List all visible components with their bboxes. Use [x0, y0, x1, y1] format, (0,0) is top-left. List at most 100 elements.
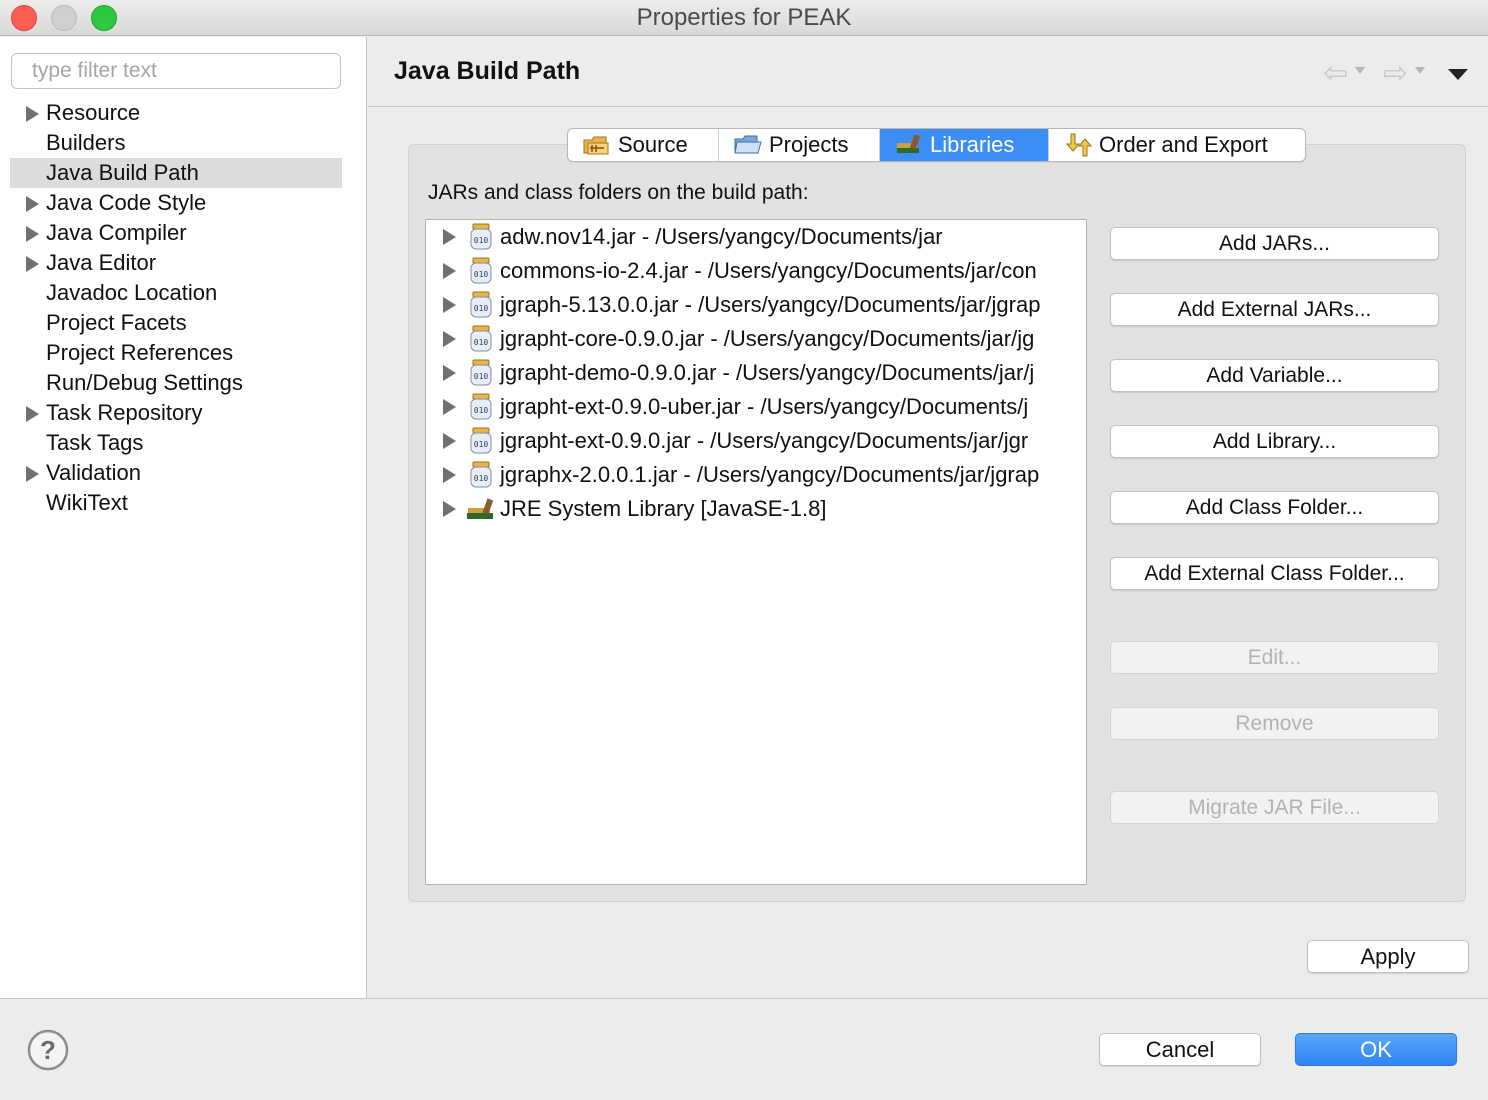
libraries-icon — [897, 134, 921, 153]
filter-input[interactable] — [11, 53, 341, 89]
jar-icon: 010 — [470, 359, 492, 386]
sidebar-item-label: Builders — [46, 130, 126, 155]
jar-icon: 010 — [470, 427, 492, 454]
forward-dropdown-icon[interactable] — [1415, 67, 1425, 74]
expand-arrow-icon[interactable] — [443, 297, 456, 313]
expand-arrow-icon[interactable] — [443, 399, 456, 415]
sidebar-item-label: Resource — [46, 100, 141, 125]
sidebar-item-label: Java Build Path — [46, 160, 199, 185]
tab-label: Source — [618, 132, 688, 157]
sidebar-item-label: Java Editor — [46, 250, 157, 275]
sidebar-item-project-references[interactable]: Project References — [10, 338, 342, 368]
library-path: jgrapht-core-0.9.0.jar - /Users/yangcy/D… — [500, 326, 1035, 351]
library-path: jgrapht-demo-0.9.0.jar - /Users/yangcy/D… — [500, 360, 1035, 385]
expand-arrow-icon[interactable] — [26, 226, 39, 242]
expand-arrow-icon[interactable] — [443, 229, 456, 245]
add-jars-button[interactable]: Add JARs... — [1110, 227, 1439, 260]
expand-arrow-icon[interactable] — [443, 501, 456, 517]
expand-arrow-icon[interactable] — [26, 466, 39, 482]
tab-bar: Source Projects Libraries Order and Expo… — [567, 128, 1306, 162]
library-item[interactable]: 010 commons-io-2.4.jar - /Users/yangcy/D… — [426, 254, 1086, 288]
add-external-class-folder-button[interactable]: Add External Class Folder... — [1110, 557, 1439, 590]
library-item[interactable]: 010 jgraphx-2.0.0.1.jar - /Users/yangcy/… — [426, 458, 1086, 492]
sidebar-item-resource[interactable]: Resource — [10, 98, 342, 128]
help-icon[interactable]: ? — [27, 1029, 69, 1071]
expand-arrow-icon[interactable] — [26, 256, 39, 272]
tab-source[interactable]: Source — [568, 129, 719, 161]
svg-text:010: 010 — [474, 304, 489, 313]
expand-arrow-icon[interactable] — [443, 331, 456, 347]
sidebar-item-wikitext[interactable]: WikiText — [10, 488, 342, 518]
expand-arrow-icon[interactable] — [443, 467, 456, 483]
window-title: Properties for PEAK — [636, 4, 852, 31]
add-external-jars-button[interactable]: Add External JARs... — [1110, 293, 1439, 326]
source-folder-icon — [583, 136, 609, 155]
tab-projects[interactable]: Projects — [719, 129, 880, 161]
sidebar-item-label: Project Facets — [46, 310, 187, 335]
add-variable-button[interactable]: Add Variable... — [1110, 359, 1439, 392]
forward-arrow-icon[interactable]: ⇨ — [1383, 59, 1408, 89]
view-menu-icon[interactable] — [1448, 69, 1468, 80]
library-tree[interactable]: 010 adw.nov14.jar - /Users/yangcy/Docume… — [425, 219, 1087, 885]
tab-libraries[interactable]: Libraries — [880, 129, 1049, 161]
sidebar-item-task-tags[interactable]: Task Tags — [10, 428, 342, 458]
library-path: jgrapht-ext-0.9.0.jar - /Users/yangcy/Do… — [500, 428, 1029, 453]
sidebar-item-java-build-path[interactable]: Java Build Path — [10, 158, 342, 188]
expand-arrow-icon[interactable] — [443, 365, 456, 381]
sidebar-item-project-facets[interactable]: Project Facets — [10, 308, 342, 338]
preference-tree: Resource Builders Java Build Path Java C… — [10, 98, 342, 518]
tab-label: Libraries — [930, 132, 1015, 157]
jar-icon: 010 — [470, 257, 492, 284]
svg-text:?: ? — [40, 1035, 56, 1065]
page-title: Java Build Path — [394, 57, 581, 85]
migrate-jar-file-button[interactable]: Migrate JAR File... — [1110, 791, 1439, 824]
svg-text:010: 010 — [474, 372, 489, 381]
sidebar-item-java-code-style[interactable]: Java Code Style — [10, 188, 342, 218]
sidebar-item-validation[interactable]: Validation — [10, 458, 342, 488]
library-item[interactable]: 010 jgraph-5.13.0.0.jar - /Users/yangcy/… — [426, 288, 1086, 322]
expand-arrow-icon[interactable] — [26, 196, 39, 212]
library-item[interactable]: 010 jgrapht-ext-0.9.0.jar - /Users/yangc… — [426, 424, 1086, 458]
order-export-icon — [1065, 133, 1093, 157]
library-item[interactable]: 010 jgrapht-ext-0.9.0-uber.jar - /Users/… — [426, 390, 1086, 424]
remove-button[interactable]: Remove — [1110, 707, 1439, 740]
expand-arrow-icon[interactable] — [443, 433, 456, 449]
cancel-button[interactable]: Cancel — [1099, 1033, 1261, 1066]
apply-button[interactable]: Apply — [1307, 940, 1469, 973]
add-class-folder-button[interactable]: Add Class Folder... — [1110, 491, 1439, 524]
library-path: adw.nov14.jar - /Users/yangcy/Documents/… — [500, 224, 943, 249]
sidebar-item-label: Validation — [46, 460, 141, 485]
sidebar-item-label: Java Compiler — [46, 220, 187, 245]
svg-text:010: 010 — [474, 338, 489, 347]
edit-button[interactable]: Edit... — [1110, 641, 1439, 674]
library-item[interactable]: 010 jgrapht-demo-0.9.0.jar - /Users/yang… — [426, 356, 1086, 390]
library-item[interactable]: JRE System Library [JavaSE-1.8] — [426, 492, 1086, 526]
preference-sidebar: Resource Builders Java Build Path Java C… — [0, 37, 367, 998]
sidebar-item-java-editor[interactable]: Java Editor — [10, 248, 342, 278]
back-arrow-icon[interactable]: ⇦ — [1323, 59, 1348, 89]
jar-icon: 010 — [470, 393, 492, 420]
svg-text:010: 010 — [474, 440, 489, 449]
sidebar-item-task-repository[interactable]: Task Repository — [10, 398, 342, 428]
library-path: jgraphx-2.0.0.1.jar - /Users/yangcy/Docu… — [500, 462, 1040, 487]
library-path: JRE System Library [JavaSE-1.8] — [500, 496, 827, 521]
add-library-button[interactable]: Add Library... — [1110, 425, 1439, 458]
tab-label: Projects — [769, 132, 849, 157]
sidebar-item-label: Task Tags — [46, 430, 144, 455]
sidebar-item-javadoc-location[interactable]: Javadoc Location — [10, 278, 342, 308]
ok-button[interactable]: OK — [1295, 1033, 1457, 1066]
library-item[interactable]: 010 adw.nov14.jar - /Users/yangcy/Docume… — [426, 220, 1086, 254]
page-header: Java Build Path ⇦ ⇨ — [368, 37, 1488, 107]
tab-order-and-export[interactable]: Order and Export — [1049, 129, 1305, 161]
expand-arrow-icon[interactable] — [26, 106, 39, 122]
sidebar-item-run-debug-settings[interactable]: Run/Debug Settings — [10, 368, 342, 398]
sidebar-item-java-compiler[interactable]: Java Compiler — [10, 218, 342, 248]
expand-arrow-icon[interactable] — [26, 406, 39, 422]
jar-icon: 010 — [470, 325, 492, 352]
sidebar-item-builders[interactable]: Builders — [10, 128, 342, 158]
expand-arrow-icon[interactable] — [443, 263, 456, 279]
back-dropdown-icon[interactable] — [1355, 67, 1365, 74]
library-item[interactable]: 010 jgrapht-core-0.9.0.jar - /Users/yang… — [426, 322, 1086, 356]
svg-text:010: 010 — [474, 236, 489, 245]
jar-icon: 010 — [470, 461, 492, 488]
